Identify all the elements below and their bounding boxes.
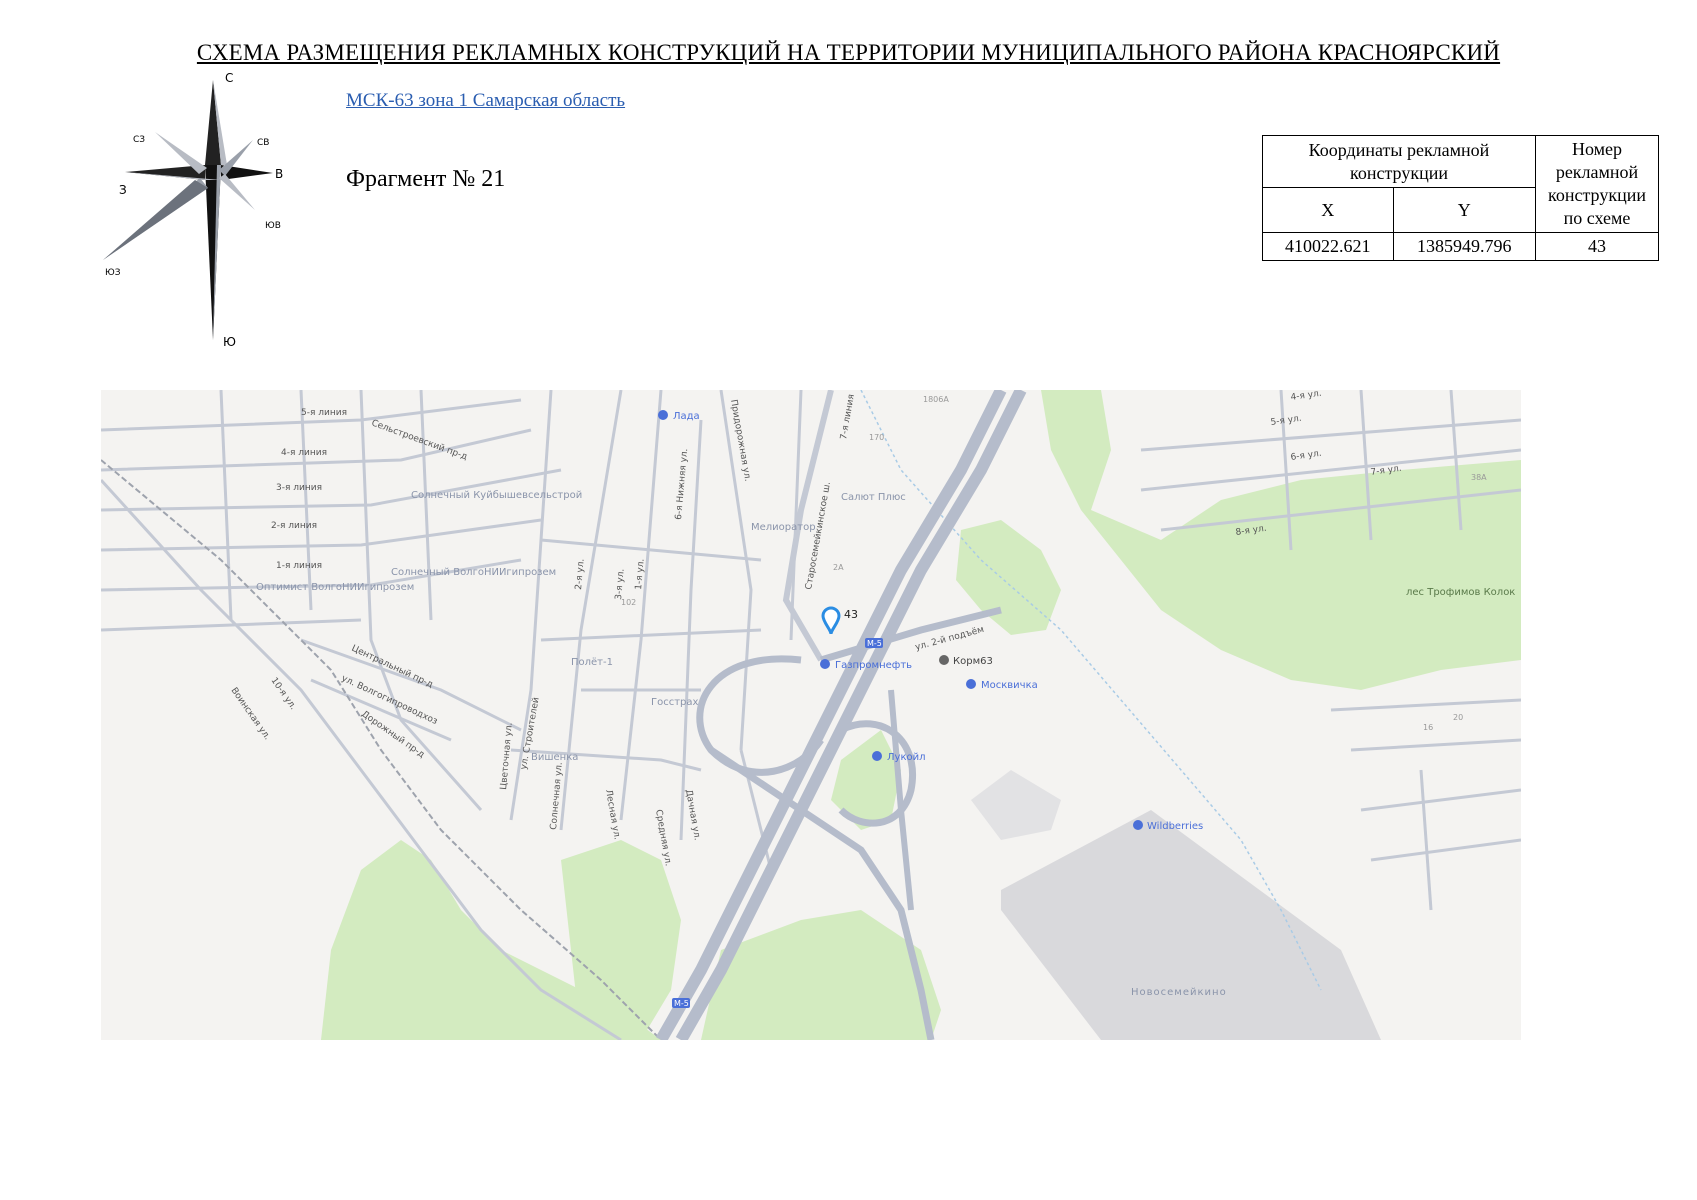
street-label: 5-я линия — [301, 408, 347, 418]
area-label: Вишенка — [531, 752, 578, 763]
house-number: 170 — [869, 433, 884, 442]
area-label: Солнечный ВолгоНИИгипрозем — [391, 567, 556, 578]
street-label: 3-я ул. — [614, 568, 627, 600]
street-label: Дачная ул. — [683, 789, 702, 841]
forest-area — [1041, 390, 1521, 690]
compass-ne-label: СВ — [257, 138, 269, 148]
compass-e-label: В — [275, 167, 283, 181]
house-number: 102 — [621, 598, 636, 607]
house-number: 1806А — [923, 395, 949, 404]
compass-nw-label: СЗ — [133, 135, 145, 145]
street-label: 2-я ул. — [574, 558, 587, 590]
road-shield-label: М-5 — [674, 999, 689, 1008]
area-label: Госстрах — [651, 697, 699, 708]
header-coords: Координаты рекламной конструкции — [1262, 135, 1536, 188]
street-label: 2-я линия — [271, 521, 317, 531]
compass-s-label: Ю — [223, 335, 236, 349]
fuel-icon[interactable] — [658, 410, 668, 420]
area-label: Полёт-1 — [571, 657, 613, 668]
map-canvas: 5-я линия 4-я линия 3-я линия 2-я линия … — [101, 390, 1521, 1040]
crs-link[interactable]: МСК-63 зона 1 Самарская область — [346, 90, 625, 112]
area-label: Оптимист ВолгоНИИгипрозем — [256, 582, 414, 593]
poi-label: Москвичка — [981, 680, 1038, 691]
street-label: 1-я линия — [276, 561, 322, 571]
poi-label: Корм63 — [953, 656, 993, 667]
house-number: 38А — [1471, 473, 1487, 482]
location-pin-icon[interactable] — [821, 606, 841, 635]
coordinates-table: Координаты рекламной конструкции Номер р… — [1262, 135, 1659, 261]
street-label: 4-я линия — [281, 448, 327, 458]
industrial-block — [1001, 810, 1381, 1040]
street-label: 3-я линия — [276, 483, 322, 493]
poi-label: Лукойл — [887, 752, 926, 763]
poi-label: Wildberries — [1147, 821, 1203, 832]
street-label: 6-я ул. — [1290, 449, 1322, 463]
ad-marker-43[interactable]: 43 — [821, 606, 858, 635]
road-shield-label: М-5 — [867, 639, 882, 648]
forest-area — [561, 840, 681, 1040]
area-label: Солнечный Куйбышевсельстрой — [411, 490, 582, 501]
poi-label: Лада — [673, 411, 700, 422]
house-number: 2А — [833, 563, 844, 572]
cell-number: 43 — [1535, 232, 1659, 261]
street-label: 7-я линия — [839, 393, 857, 440]
compass-se-label: ЮВ — [265, 221, 281, 231]
shop-icon[interactable] — [1133, 820, 1143, 830]
area-label: лес Трофимов Колок — [1406, 587, 1515, 598]
map-fragment[interactable]: 5-я линия 4-я линия 3-я линия 2-я линия … — [101, 390, 1521, 1040]
col-y-header: Y — [1392, 187, 1537, 233]
house-number: 20 — [1453, 713, 1463, 722]
street-label: 6-я Нижняя ул. — [674, 448, 690, 520]
street-label: 4-я ул. — [1290, 390, 1322, 403]
fuel-icon[interactable] — [872, 751, 882, 761]
area-label: Мелиоратор — [751, 522, 816, 533]
compass-n-label: С — [225, 71, 233, 85]
shop-icon[interactable] — [939, 655, 949, 665]
cell-x: 410022.621 — [1262, 232, 1394, 261]
area-label: Новосемейкино — [1131, 987, 1227, 998]
street-label: Воинская ул. — [229, 686, 272, 742]
page-title: СХЕМА РАЗМЕЩЕНИЯ РЕКЛАМНЫХ КОНСТРУКЦИЙ Н… — [196, 40, 1501, 65]
street-label: 5-я ул. — [1270, 414, 1302, 428]
col-x-header: X — [1262, 187, 1394, 233]
compass-w-label: З — [119, 183, 127, 197]
street-label: Старосемейкинское ш. — [804, 481, 833, 591]
marker-label: 43 — [844, 608, 858, 621]
house-number: 16 — [1423, 723, 1433, 732]
industrial-block — [971, 770, 1061, 840]
cell-y: 1385949.796 — [1392, 232, 1537, 261]
header-number: Номер рекламной конструкции по схеме — [1535, 135, 1659, 233]
street-label: Цветочная ул. — [499, 722, 515, 790]
area-label: Салют Плюс — [841, 492, 906, 503]
fuel-icon[interactable] — [820, 659, 830, 669]
shop-icon[interactable] — [966, 679, 976, 689]
fragment-title: Фрагмент № 21 — [346, 166, 506, 192]
compass-sw-label: ЮЗ — [105, 268, 121, 278]
poi-label: Газпромнефть — [835, 660, 912, 671]
compass-rose: С Ю В З СВ СЗ ЮВ ЮЗ — [103, 71, 283, 349]
street-label: Лесная ул. — [603, 789, 622, 841]
